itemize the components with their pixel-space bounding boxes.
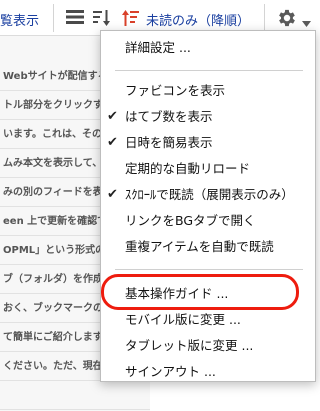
unread-only-button[interactable]: 未読のみ（降順） (146, 10, 250, 29)
menu-item-label: タブレット版に変更 ... (125, 338, 254, 353)
menu-item-label: ｽｸﾛｰﾙで既読（展開表示のみ） (125, 187, 294, 202)
checkmark-icon: ✔ (107, 109, 118, 124)
menu-divider (115, 70, 303, 71)
menu-item-sign-out[interactable]: サインアウト ... (101, 360, 315, 382)
checkmark-icon: ✔ (107, 187, 118, 202)
menu-item-show-hatebu-count[interactable]: ✔ はてブ数を表示 (101, 105, 315, 129)
menu-item-mobile-version[interactable]: モバイル版に変更 ... (101, 308, 315, 332)
menu-item-auto-read-duplicates[interactable]: 重複アイテムを自動で既読 (101, 235, 315, 259)
menu-item-label: 定期的な自動リロード (125, 161, 251, 176)
list-view-icon[interactable] (66, 9, 84, 29)
highlight-annotation (101, 274, 299, 310)
menu-item-label: はてブ数を表示 (125, 109, 213, 124)
toolbar-separator (53, 4, 54, 32)
menu-item-open-links-bg-tab[interactable]: リンクをBGタブで開く (101, 209, 315, 233)
menu-item-auto-reload[interactable]: 定期的な自動リロード (101, 157, 315, 181)
menu-item-label: 重複アイテムを自動で既読 (125, 239, 274, 254)
menu-item-scroll-mark-read[interactable]: ✔ ｽｸﾛｰﾙで既読（展開表示のみ） (101, 183, 315, 207)
menu-item-label: 日時を簡易表示 (125, 135, 213, 150)
settings-menu: 詳細設定 ... ファビコンを表示 ✔ はてブ数を表示 ✔ 日時を簡易表示 定期… (100, 30, 316, 382)
menu-divider (115, 269, 303, 270)
sort-order-icon[interactable] (93, 9, 111, 31)
view-mode-button[interactable]: 覧表示 (0, 10, 39, 29)
menu-item-show-favicon[interactable]: ファビコンを表示 (101, 79, 315, 103)
menu-item-label: 詳細設定 ... (125, 40, 191, 55)
menu-item-label: ファビコンを表示 (125, 83, 226, 98)
menu-item-tablet-version[interactable]: タブレット版に変更 ... (101, 334, 315, 358)
menu-item-label: サインアウト ... (125, 364, 216, 379)
toolbar-separator (264, 4, 265, 32)
checkmark-icon: ✔ (107, 135, 118, 150)
unread-sort-icon[interactable] (122, 9, 142, 31)
menu-item-detail-settings[interactable]: 詳細設定 ... (101, 36, 315, 60)
menu-item-label: モバイル版に変更 ... (125, 312, 241, 327)
menu-item-simple-date[interactable]: ✔ 日時を簡易表示 (101, 131, 315, 155)
list-item (0, 381, 150, 410)
menu-item-label: リンクをBGタブで開く (125, 213, 256, 228)
